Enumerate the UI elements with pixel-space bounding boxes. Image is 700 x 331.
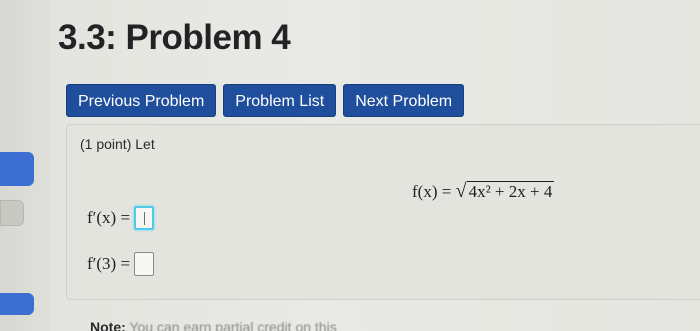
note-label: Note:: [90, 319, 126, 331]
sidebar-tab-active[interactable]: [0, 152, 34, 186]
problem-panel: [66, 124, 700, 300]
problem-list-button[interactable]: Problem List: [223, 84, 337, 117]
answer-row-derivative: f′(x) =: [87, 206, 155, 230]
sqrt-symbol: √: [455, 180, 467, 202]
answer-label: f′(3) =: [87, 254, 131, 273]
problem-nav: Previous Problem Problem List Next Probl…: [66, 84, 465, 117]
note-text: Note: You can earn partial credit on thi…: [90, 319, 337, 331]
text-caret: [144, 212, 146, 225]
value-answer-input[interactable]: [134, 252, 155, 276]
page-title: 3.3: Problem 4: [58, 18, 291, 57]
answer-label: f′(x) =: [87, 208, 131, 227]
next-problem-button[interactable]: Next Problem: [343, 84, 465, 117]
function-formula: f(x) = √ 4x² + 2x + 4: [412, 180, 555, 203]
formula-radicand: 4x² + 2x + 4: [466, 181, 555, 201]
formula-lhs: f(x) =: [412, 182, 456, 201]
previous-problem-button[interactable]: Previous Problem: [66, 84, 217, 117]
derivative-answer-input[interactable]: [134, 206, 155, 230]
sidebar-tab[interactable]: [0, 200, 24, 226]
answer-row-value: f′(3) =: [87, 252, 155, 276]
sidebar-tab-bottom[interactable]: [0, 293, 34, 315]
note-body: You can earn partial credit on this: [125, 319, 337, 331]
problem-points-text: (1 point) Let: [80, 136, 155, 152]
